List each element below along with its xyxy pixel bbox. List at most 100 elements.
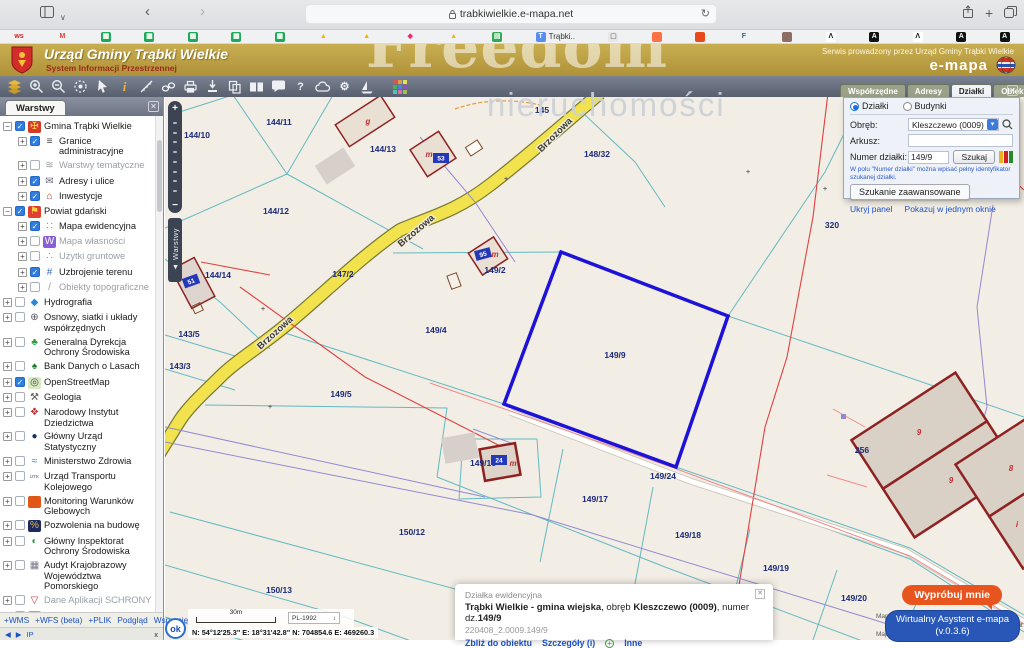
new-tab-icon[interactable]: + xyxy=(985,4,993,22)
bookmark-brown[interactable] xyxy=(782,32,792,42)
expander-icon[interactable]: + xyxy=(18,252,27,261)
layer-item[interactable]: +●Główny Urząd Statystyczny xyxy=(3,430,155,455)
info-card-close-icon[interactable]: ✕ xyxy=(755,589,765,599)
map-zoom-in[interactable]: + xyxy=(172,103,178,114)
podglad-link[interactable]: Podgląd xyxy=(117,615,147,625)
layer-checkbox[interactable]: ✓ xyxy=(15,206,25,216)
tab-współrzędne[interactable]: Współrzędne xyxy=(840,84,906,97)
expander-icon[interactable]: + xyxy=(18,268,27,277)
expander-icon[interactable]: + xyxy=(3,378,12,387)
layer-item[interactable]: +UTKUrząd Transportu Kolejowego xyxy=(3,470,155,495)
help-icon[interactable]: ? xyxy=(292,79,309,95)
expander-icon[interactable]: + xyxy=(3,521,12,530)
hide-panel-link[interactable]: Ukryj panel xyxy=(850,204,893,214)
layer-item[interactable]: +/Obiekty topograficzne xyxy=(3,280,155,295)
bookmark-mail[interactable]: M xyxy=(57,32,67,42)
select-dropdown-icon[interactable]: ▾ xyxy=(987,119,998,130)
layer-item[interactable]: +⊕Osnowy, siatki i układy współrzędnych xyxy=(3,311,155,336)
expander-icon[interactable]: + xyxy=(3,457,12,466)
layer-item[interactable]: +▦Audyt Krajobrazowy Województwa Pomorsk… xyxy=(3,559,155,594)
layer-item[interactable]: +✓⌂Inwestycje xyxy=(3,189,155,204)
sidebar-toggle-icon[interactable] xyxy=(40,5,54,23)
bookmark-sheet[interactable]: ▦ xyxy=(101,32,111,42)
copy-icon[interactable] xyxy=(226,79,243,95)
bookmark-sheet[interactable]: ▦ xyxy=(275,32,285,42)
single-window-link[interactable]: Pokazuj w jednym oknie xyxy=(905,204,996,214)
expander-icon[interactable]: + xyxy=(18,161,27,170)
layer-checkbox[interactable] xyxy=(15,312,25,322)
bookmark-doc-gray[interactable]: ▢ xyxy=(608,32,618,42)
zoom-out-icon[interactable] xyxy=(50,79,67,95)
layer-item[interactable]: +♣Generalna Dyrekcja Ochrony Środowiska xyxy=(3,335,155,360)
bookmark-orange-dark[interactable] xyxy=(695,32,705,42)
navigation-icon[interactable] xyxy=(358,79,375,95)
layer-checkbox[interactable]: ✓ xyxy=(30,267,40,277)
layer-item[interactable]: +%Pozwolenia na budowę xyxy=(3,519,155,534)
expander-icon[interactable]: + xyxy=(3,432,12,441)
layer-checkbox[interactable] xyxy=(30,236,40,246)
bookmark-a-light[interactable]: Λ xyxy=(826,32,836,42)
virtual-assistant-button[interactable]: Wirtualny Asystent e-mapa (v.0.3.6) xyxy=(885,610,1020,642)
layer-item[interactable]: +∴Użytki gruntowe xyxy=(3,250,155,265)
link-icon[interactable] xyxy=(160,79,177,95)
bookmark-diamond[interactable]: ◆ xyxy=(405,32,415,42)
chevron-down-icon[interactable]: ∨ xyxy=(60,9,66,27)
layer-checkbox[interactable]: ✓ xyxy=(30,221,40,231)
layer-item[interactable]: +WMapa własności xyxy=(3,235,155,250)
layer-checkbox[interactable] xyxy=(15,337,25,347)
nav-left-icon[interactable]: ◀ xyxy=(5,630,11,639)
bookmark-drive[interactable]: ▲ xyxy=(318,32,328,42)
zoom-slider[interactable] xyxy=(173,114,177,200)
szukaj-button[interactable]: Szukaj xyxy=(953,150,995,164)
map-zoom-out[interactable]: − xyxy=(172,200,178,211)
layer-checkbox[interactable] xyxy=(30,160,40,170)
layer-checkbox[interactable] xyxy=(15,520,25,530)
layer-checkbox[interactable] xyxy=(30,282,40,292)
expander-icon[interactable]: + xyxy=(18,283,27,292)
wms-link[interactable]: +WMS xyxy=(4,615,29,625)
cloud-upload-icon[interactable] xyxy=(314,79,331,95)
layer-checkbox[interactable] xyxy=(15,595,25,605)
sidebar-close-icon[interactable]: ✕ xyxy=(148,101,159,112)
layer-checkbox[interactable] xyxy=(15,361,25,371)
layer-item[interactable]: +◐Główny Inspektorat Ochrony Środowiska xyxy=(3,534,155,559)
bookmark-f[interactable]: F xyxy=(739,32,749,42)
layer-item[interactable]: +◆Hydrografia xyxy=(3,295,155,310)
layer-checkbox[interactable] xyxy=(15,560,25,570)
expander-icon[interactable]: + xyxy=(3,393,12,402)
layers-icon[interactable] xyxy=(6,79,23,95)
ok-button[interactable]: ok xyxy=(165,618,186,639)
warstwy-side-tab[interactable]: ▲ Warstwy xyxy=(168,218,182,282)
expander-icon[interactable]: + xyxy=(3,497,12,506)
bookmark-a-dark[interactable]: A xyxy=(869,32,879,42)
layer-item[interactable]: +⚒Geologia xyxy=(3,390,155,405)
bookmark-sheet[interactable]: ▦ xyxy=(188,32,198,42)
layer-item[interactable]: +✓∷Mapa ewidencyjna xyxy=(3,220,155,235)
layer-item[interactable]: +❖Narodowy Instytut Dziedzictwa xyxy=(3,405,155,430)
scrollbar-thumb[interactable] xyxy=(157,140,162,212)
layer-checkbox[interactable] xyxy=(15,536,25,546)
expander-icon[interactable]: − xyxy=(3,122,12,131)
layer-item[interactable]: −✓⚑Powiat gdański xyxy=(3,204,155,219)
refresh-icon[interactable]: ↻ xyxy=(701,7,710,20)
crs-selector[interactable]: PL-1992↕ xyxy=(288,612,340,624)
nav-right-icon[interactable]: ▶ xyxy=(16,630,22,639)
measure-icon[interactable] xyxy=(138,79,155,95)
layer-checkbox[interactable] xyxy=(15,431,25,441)
layer-checkbox[interactable]: ✓ xyxy=(15,121,25,131)
bookmark-a-dark[interactable]: A xyxy=(1000,32,1010,42)
sidebar-scrollbar[interactable] xyxy=(155,116,163,612)
expander-icon[interactable]: − xyxy=(3,207,12,216)
tab-warstwy[interactable]: Warstwy xyxy=(5,100,66,115)
zoom-in-icon[interactable] xyxy=(28,79,45,95)
search-panel-close-icon[interactable]: ✕ xyxy=(1007,85,1018,96)
layer-item[interactable]: −✓✠Gmina Trąbki Wielkie xyxy=(3,119,155,134)
bookmark-sheet[interactable]: ▦ xyxy=(144,32,154,42)
share-icon[interactable] xyxy=(962,5,974,24)
layer-item[interactable]: +≈Ministerstwo Zdrowia xyxy=(3,454,155,469)
tab-adresy[interactable]: Adresy xyxy=(907,84,950,97)
search-magnifier-icon[interactable] xyxy=(1002,119,1013,130)
tabs-icon[interactable] xyxy=(1004,5,1017,23)
radio-dzialki[interactable] xyxy=(850,102,859,111)
layer-item[interactable]: +✓≡Granice administracyjne xyxy=(3,134,155,159)
